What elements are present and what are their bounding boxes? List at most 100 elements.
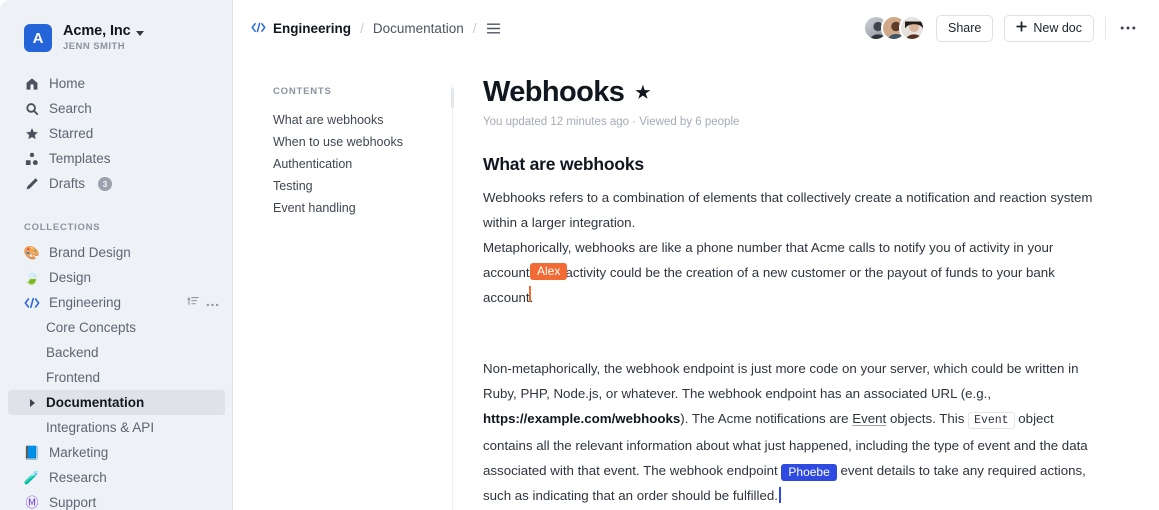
collaborator-cursor-alex: Alex xyxy=(530,263,568,280)
toolbar-divider xyxy=(1105,17,1106,39)
sidebar-item-marketing[interactable]: 📘 Marketing xyxy=(0,440,233,465)
left-sidebar: A Acme, Inc JENN SMITH Home Search Starr… xyxy=(0,0,233,510)
sidebar-item-brand-design[interactable]: 🎨 Brand Design xyxy=(0,240,233,265)
breadcrumb-engineering[interactable]: Engineering xyxy=(251,21,351,36)
top-bar: Engineering / Documentation / Share New … xyxy=(233,0,1159,56)
top-bar-actions: Share New doc xyxy=(863,14,1139,42)
collection-label: Engineering xyxy=(49,295,122,310)
collections-section-label: COLLECTIONS xyxy=(24,222,101,233)
leaf-icon: 🍃 xyxy=(23,270,41,285)
paragraph-1b-text: Metaphorically, webhooks are like a phon… xyxy=(483,240,1055,305)
flask-icon: 🧪 xyxy=(23,470,41,485)
example-webhook-url[interactable]: https://example.com/webhooks xyxy=(483,411,680,426)
sidebar-item-label: Home xyxy=(49,76,86,91)
search-icon xyxy=(24,101,39,116)
palette-icon: 🎨 xyxy=(23,245,41,260)
team-switcher[interactable]: A Acme, Inc JENN SMITH xyxy=(0,18,233,58)
sub-item-label: Integrations & API xyxy=(46,420,155,435)
content-area: CONTENTS What are webhooks When to use w… xyxy=(233,56,1159,510)
document-body: Webhooks ★ You updated 12 minutes ago · … xyxy=(453,56,1159,508)
section-heading-what-are-webhooks: What are webhooks xyxy=(483,154,644,174)
sub-item-label: Core Concepts xyxy=(46,320,137,335)
share-button-label: Share xyxy=(948,21,982,35)
toc-item-event-handling[interactable]: Event handling xyxy=(273,197,453,219)
pencil-icon xyxy=(24,176,39,191)
toc-item-testing[interactable]: Testing xyxy=(273,175,453,197)
sidebar-item-home[interactable]: Home xyxy=(0,71,233,96)
collaborator-cursor-phoebe: Phoebe xyxy=(781,464,837,481)
sidebar-item-integrations-api[interactable]: Integrations & API xyxy=(0,415,233,440)
collaborator-avatars xyxy=(863,15,925,41)
page-title-row: Webhooks ★ xyxy=(483,76,1099,109)
breadcrumb: Engineering / Documentation / xyxy=(251,20,501,36)
collection-label: Research xyxy=(49,470,107,485)
collection-label: Brand Design xyxy=(49,245,131,260)
collection-actions xyxy=(187,290,219,315)
code-icon xyxy=(24,297,40,309)
new-doc-button[interactable]: New doc xyxy=(1004,14,1094,42)
team-username: JENN SMITH xyxy=(63,40,126,52)
team-text: Acme, Inc JENN SMITH xyxy=(63,24,144,51)
paragraph-2[interactable]: Non-metaphorically, the webhook endpoint… xyxy=(483,356,1099,508)
contents-label: CONTENTS xyxy=(273,86,332,97)
code-icon xyxy=(251,21,266,36)
sidebar-item-starred[interactable]: Starred xyxy=(0,121,233,146)
paragraph-2-pre: Non-metaphorically, the webhook endpoint… xyxy=(483,361,1079,401)
sidebar-item-core-concepts[interactable]: Core Concepts xyxy=(0,315,233,340)
collection-label: Support xyxy=(49,495,97,510)
sort-icon[interactable] xyxy=(187,295,199,310)
team-name: Acme, Inc xyxy=(63,23,131,40)
star-icon[interactable]: ★ xyxy=(635,83,650,103)
app-window: A Acme, Inc JENN SMITH Home Search Starr… xyxy=(0,0,1159,510)
more-options-icon[interactable] xyxy=(1117,16,1139,40)
text-caret-phoebe xyxy=(778,487,781,503)
drafts-count-badge: 3 xyxy=(98,176,113,191)
sidebar-item-support[interactable]: Ⓜ Support xyxy=(0,490,233,510)
table-of-contents: CONTENTS What are webhooks When to use w… xyxy=(273,56,454,510)
collection-label: Design xyxy=(49,270,92,285)
breadcrumb-documentation[interactable]: Documentation xyxy=(373,21,464,36)
sub-item-label: Frontend xyxy=(46,370,101,385)
sidebar-item-drafts[interactable]: Drafts 3 xyxy=(0,171,233,196)
sidebar-item-templates[interactable]: Templates xyxy=(0,146,233,171)
breadcrumb-separator: / xyxy=(360,20,364,36)
chevron-down-icon[interactable] xyxy=(135,30,144,36)
sidebar-item-label: Starred xyxy=(49,126,94,141)
home-icon xyxy=(24,76,39,91)
star-icon xyxy=(24,126,39,141)
toc-item-what-are-webhooks[interactable]: What are webhooks xyxy=(273,109,453,131)
document-menu-icon[interactable] xyxy=(486,22,501,35)
sidebar-item-engineering[interactable]: Engineering xyxy=(0,290,233,315)
share-button[interactable]: Share xyxy=(936,14,994,42)
paragraph-2-mid2: objects. This xyxy=(886,411,969,426)
avatar[interactable] xyxy=(899,15,925,41)
inline-code-event: Event xyxy=(968,412,1015,429)
sidebar-item-backend[interactable]: Backend xyxy=(0,340,233,365)
toc-item-authentication[interactable]: Authentication xyxy=(273,153,453,175)
main-panel: Engineering / Documentation / Share New … xyxy=(233,0,1159,510)
page-title: Webhooks xyxy=(483,76,625,108)
book-icon: 📘 xyxy=(23,445,41,460)
paragraph-1b[interactable]: Metaphorically, webhooks are like a phon… xyxy=(483,235,1099,310)
paragraph-1a[interactable]: Webhooks refers to a combination of elem… xyxy=(483,185,1099,235)
templates-icon xyxy=(24,151,39,166)
breadcrumb-engineering-label: Engineering xyxy=(273,20,352,36)
sidebar-item-frontend[interactable]: Frontend xyxy=(0,365,233,390)
more-icon[interactable] xyxy=(206,295,219,310)
sidebar-item-label: Search xyxy=(49,101,92,116)
breadcrumb-separator-2: / xyxy=(472,20,477,36)
sidebar-item-research[interactable]: 🧪 Research xyxy=(0,465,233,490)
sidebar-item-label: Drafts xyxy=(49,176,86,191)
collection-label: Marketing xyxy=(49,445,109,460)
paragraph-2-mid: ). The Acme notifications are xyxy=(680,411,853,426)
plus-icon xyxy=(1016,21,1028,35)
event-link[interactable]: Event xyxy=(852,411,886,426)
team-name-row: Acme, Inc xyxy=(63,24,144,39)
chevron-right-icon[interactable] xyxy=(30,398,35,407)
toc-item-when-to-use-webhooks[interactable]: When to use webhooks xyxy=(273,131,453,153)
sidebar-item-label: Templates xyxy=(49,151,111,166)
sub-item-label: Documentation xyxy=(46,395,145,410)
sidebar-item-search[interactable]: Search xyxy=(0,96,233,121)
sidebar-item-documentation[interactable]: Documentation xyxy=(8,390,225,415)
sidebar-item-design[interactable]: 🍃 Design xyxy=(0,265,233,290)
